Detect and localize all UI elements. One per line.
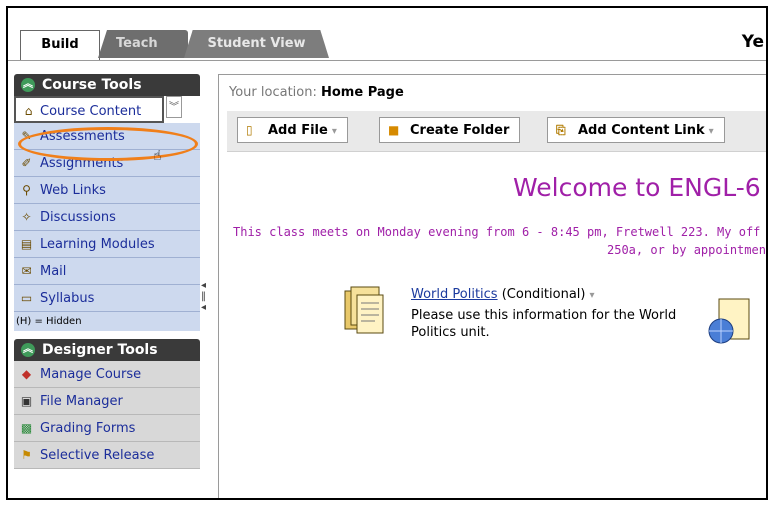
sidebar-item-label: Course Content [40,104,142,119]
dropdown-arrow-icon[interactable]: ▾ [332,126,337,137]
file-manager-icon: ▣ [20,394,33,408]
web-link-icon: ⚲ [22,183,31,197]
course-title-fragment: Ye [741,32,764,52]
sidebar-item-learning-modules[interactable]: ▤ Learning Modules [14,231,200,258]
sidebar-item-web-links[interactable]: ⚲ Web Links [14,177,200,204]
hand-cursor-icon: ☝ [153,148,162,164]
syllabus-icon: ▭ [20,291,33,305]
sidebar-item-label: Learning Modules [40,237,155,252]
module-icon: ▤ [20,237,33,251]
content-item-title: World Politics (Conditional) ▾ [411,287,595,302]
sidebar-item-label: Web Links [40,183,106,198]
application-frame: Build Teach Student View Ye ︽ Course Too… [6,6,768,500]
sidebar-item-assessments[interactable]: ✎ Assessments [14,123,200,150]
add-content-link-button[interactable]: ⎘ Add Content Link ▾ [547,117,725,143]
file-icon: ▯ [246,123,253,137]
sidebar-item-syllabus[interactable]: ▭ Syllabus [14,285,200,312]
sidebar-item-label: Manage Course [40,367,142,382]
main-content: Your location: Home Page ▯ Add File ▾ ■ C… [218,74,766,498]
dropdown-arrow-icon[interactable]: ▾ [709,126,714,137]
sidebar-collapse-handle[interactable]: ◂ ‖ ◂ [201,280,215,330]
web-document-icon[interactable] [707,297,751,347]
collapse-chevron-icon[interactable]: ︽ [21,78,35,92]
tab-build[interactable]: Build [20,30,100,60]
pin-icon: ✧ [21,210,32,224]
add-content-link-label: Add Content Link [578,123,705,138]
add-file-label: Add File [268,123,328,138]
create-folder-label: Create Folder [410,123,510,138]
designer-tools-title: Designer Tools [42,342,158,358]
sidebar: ︽ Course Tools ⌂ Course Content ︾ ✎ Asse… [14,74,200,469]
learning-module-icon[interactable] [343,285,385,335]
home-icon: ⌂ [24,104,33,118]
designer-tools-header[interactable]: ︽ Designer Tools [14,339,200,361]
content-item-status: (Conditional) [501,287,586,302]
location-value: Home Page [321,85,404,100]
sidebar-item-label: Syllabus [40,291,95,306]
sidebar-item-manage-course[interactable]: ◆ Manage Course [14,361,200,388]
sidebar-item-course-content[interactable]: ⌂ Course Content ︾ [14,96,182,123]
tab-student-view[interactable]: Student View [184,30,329,58]
sidebar-item-label: Mail [40,264,67,279]
assessment-icon: ✎ [21,129,32,143]
hidden-legend: (H) = Hidden [14,312,200,331]
dropdown-arrow-icon[interactable]: ▾ [589,290,594,301]
location-label: Your location: [229,85,317,100]
tab-teach[interactable]: Teach [98,30,188,58]
link-icon: ⎘ [556,123,566,137]
manage-course-icon: ◆ [21,367,32,381]
sidebar-item-selective-release[interactable]: ⚑ Selective Release [14,442,200,469]
sidebar-item-discussions[interactable]: ✧ Discussions [14,204,200,231]
assignment-icon: ✐ [21,156,32,170]
course-tools-title: Course Tools [42,77,142,93]
tab-bar: Build Teach Student View Ye [8,8,766,61]
sidebar-item-label: Assessments [40,129,125,144]
add-file-button[interactable]: ▯ Add File ▾ [237,117,348,143]
content-toolbar: ▯ Add File ▾ ■ Create Folder ⎘ Add Conten… [227,111,766,152]
sidebar-item-label: Discussions [40,210,116,225]
sidebar-item-assignments[interactable]: ✐ Assignments [14,150,200,177]
sidebar-item-label: Assignments [40,156,124,171]
sidebar-item-file-manager[interactable]: ▣ File Manager [14,388,200,415]
sidebar-item-label: File Manager [40,394,123,409]
sidebar-item-grading-forms[interactable]: ▩ Grading Forms [14,415,200,442]
welcome-heading: Welcome to ENGL-6 [513,173,761,202]
folder-icon: ■ [388,123,400,137]
selective-release-icon: ⚑ [21,448,32,462]
grading-form-icon: ▩ [20,421,33,435]
world-politics-link[interactable]: World Politics [411,287,498,302]
collapse-chevron-icon[interactable]: ︽ [21,343,35,357]
class-notice-line1: This class meets on Monday evening from … [233,225,761,239]
course-tools-header[interactable]: ︽ Course Tools [14,74,200,96]
sidebar-item-label: Grading Forms [40,421,136,436]
content-item-description: Please use this information for the Worl… [411,308,677,340]
create-folder-button[interactable]: ■ Create Folder [379,117,521,143]
class-notice-line2: 250a, or by appointmen [607,243,766,257]
dropdown-chevron-icon[interactable]: ︾ [166,96,182,118]
sidebar-item-label: Selective Release [40,448,155,463]
sidebar-item-mail[interactable]: ✉ Mail [14,258,200,285]
mail-icon: ✉ [21,264,32,278]
breadcrumb: Your location: Home Page [229,85,404,100]
